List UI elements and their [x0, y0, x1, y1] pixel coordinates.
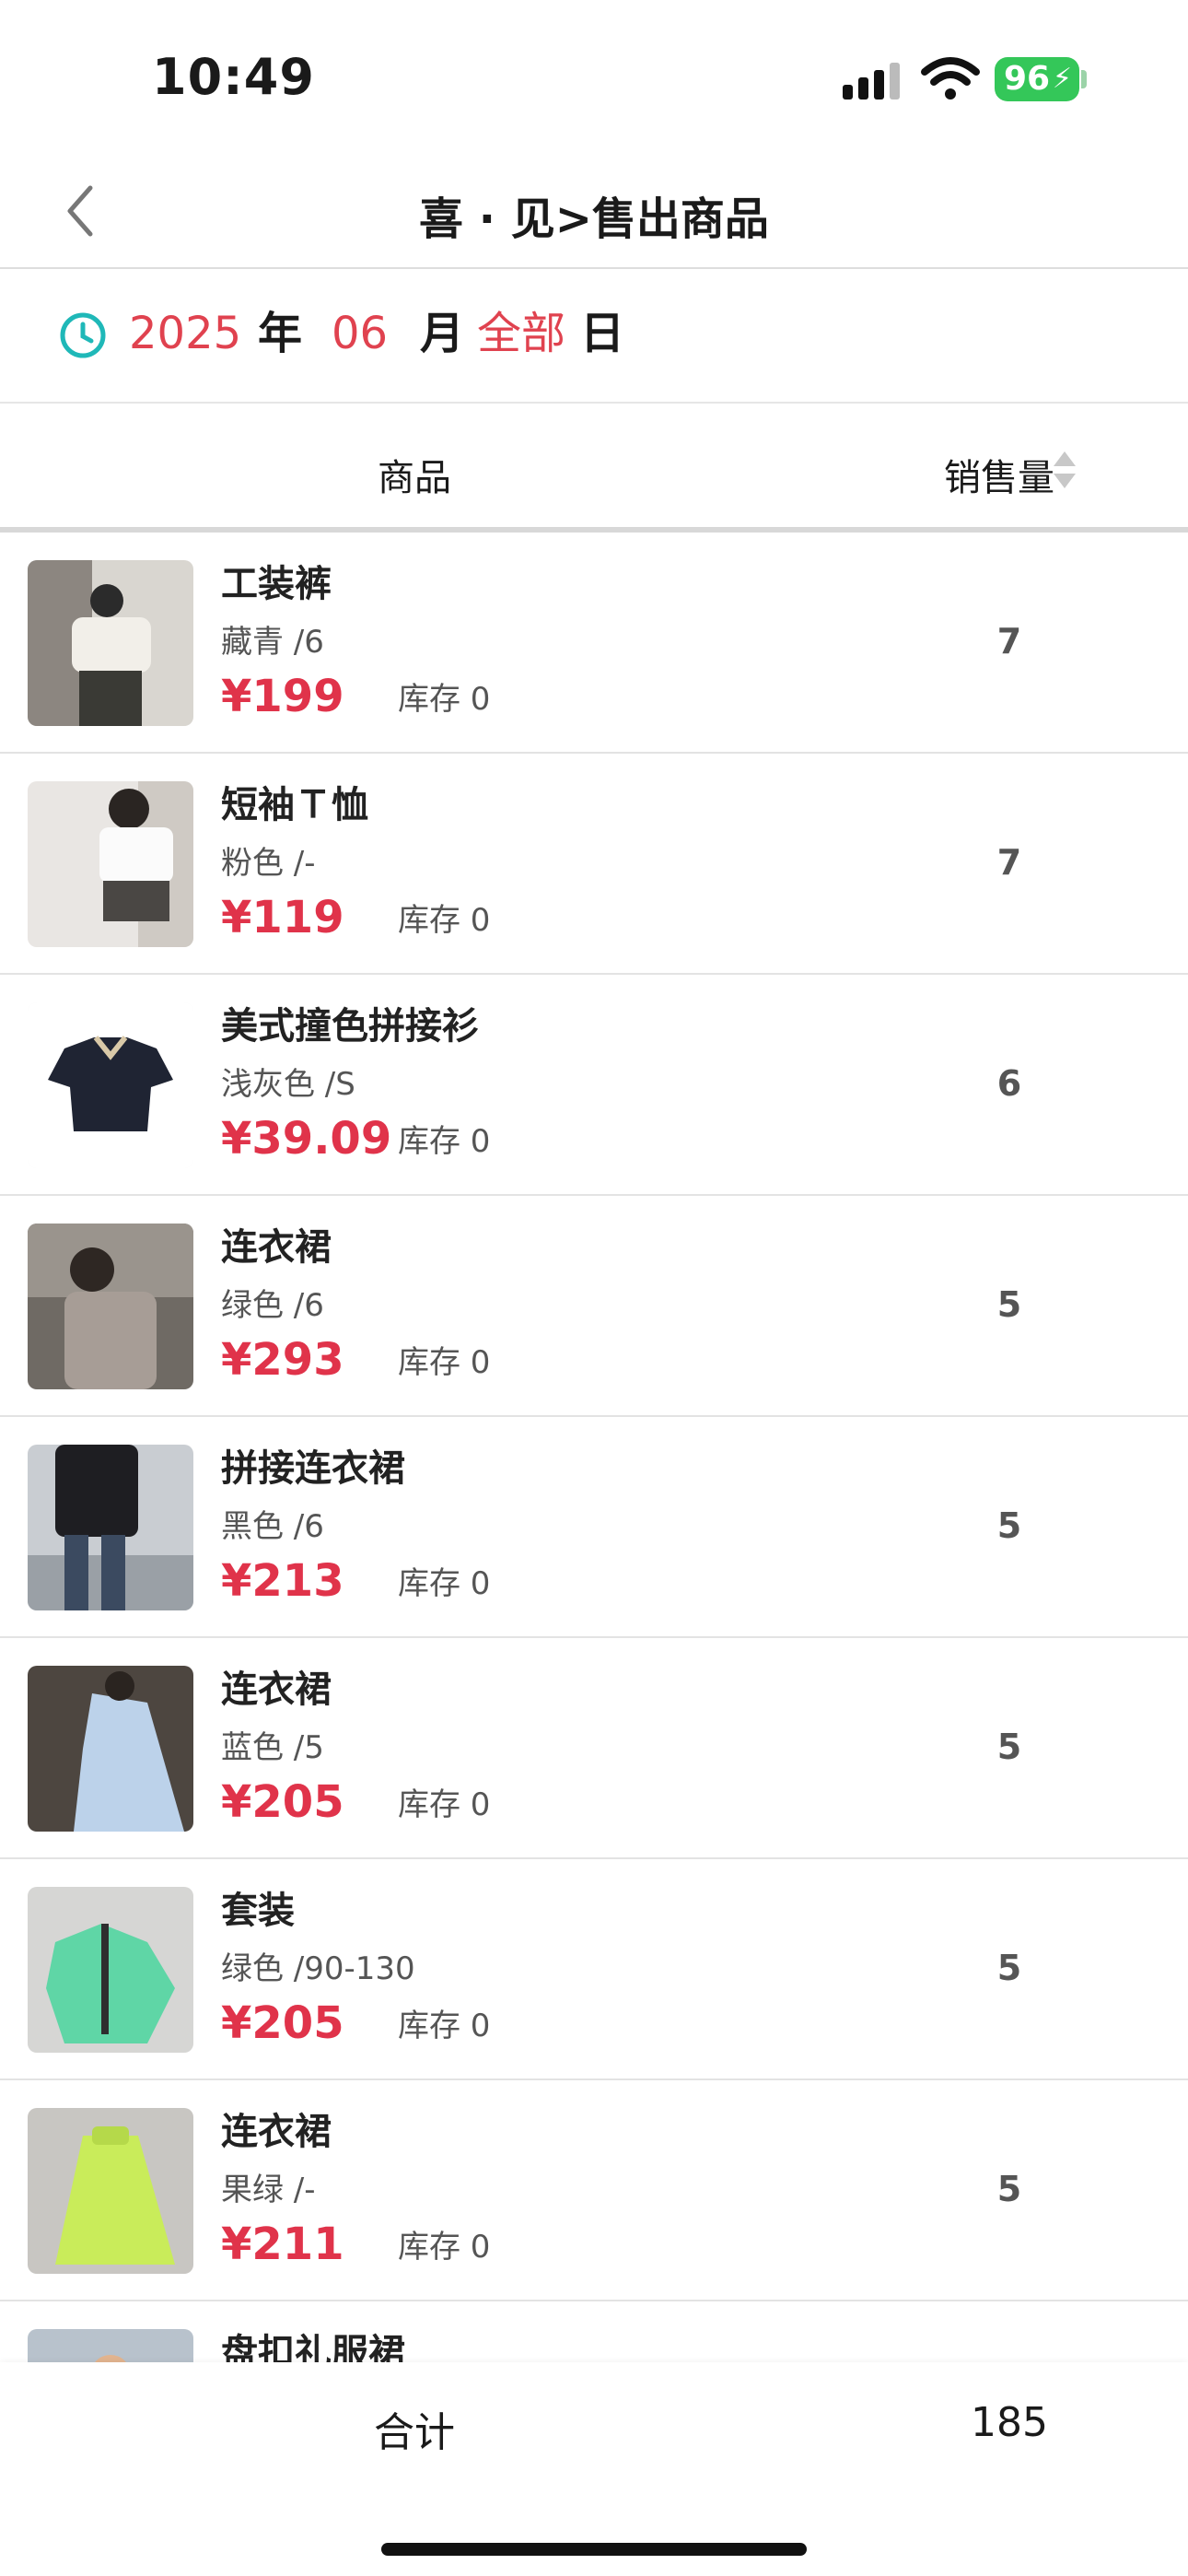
clock-icon	[60, 312, 106, 358]
product-spec: 绿色 /6	[221, 1287, 324, 1324]
total-label: 合计	[374, 2409, 455, 2456]
table-row[interactable]: 连衣裙 绿色 /6 ¥293 库存 0 5	[0, 1196, 1188, 1417]
product-image	[28, 1666, 193, 1832]
product-sales-qty: 5	[996, 1505, 1022, 1546]
product-name: 连衣裙	[221, 1226, 332, 1269]
month-value[interactable]: 06	[332, 306, 388, 361]
product-spec: 浅灰色 /S	[221, 1066, 355, 1103]
product-image	[28, 560, 193, 726]
table-row[interactable]: 工装裤 藏青 /6 ¥199 库存 0 7	[0, 533, 1188, 754]
product-spec: 粉色 /-	[221, 845, 316, 882]
product-sales-qty: 7	[996, 842, 1022, 883]
product-sales-qty: 5	[996, 2169, 1022, 2209]
product-sales-qty: 5	[996, 1948, 1022, 1988]
product-spec: 绿色 /90-130	[221, 1950, 415, 1987]
page-title: 喜 · 见>售出商品	[419, 193, 769, 245]
product-price: ¥205	[221, 1997, 344, 2049]
product-stock: 库存 0	[398, 1123, 491, 1160]
product-image	[28, 781, 193, 947]
product-name: 连衣裙	[221, 2111, 332, 2153]
sort-toggle-icon[interactable]	[1050, 448, 1079, 492]
product-name: 盘扣礼服裙	[221, 2332, 405, 2362]
table-row[interactable]: 盘扣礼服裙	[0, 2301, 1188, 2362]
year-value[interactable]: 2025	[129, 306, 241, 361]
product-stock: 库存 0	[398, 681, 491, 718]
table-row[interactable]: 美式撞色拼接衫 浅灰色 /S ¥39.09 库存 0 6	[0, 975, 1188, 1196]
product-stock: 库存 0	[398, 1344, 491, 1381]
product-image	[28, 2108, 193, 2274]
product-name: 短袖Ｔ恤	[221, 784, 368, 826]
year-unit: 年	[258, 308, 303, 359]
product-spec: 黑色 /6	[221, 1508, 324, 1545]
product-name: 套装	[221, 1890, 295, 1932]
product-spec: 蓝色 /5	[221, 1729, 324, 1766]
home-indicator[interactable]	[381, 2543, 807, 2556]
product-stock: 库存 0	[398, 1565, 491, 1602]
product-name: 美式撞色拼接衫	[221, 1005, 479, 1048]
product-sales-qty: 6	[996, 1063, 1022, 1104]
product-price: ¥119	[221, 892, 344, 943]
header-goods: 商品	[378, 457, 451, 499]
product-spec: 藏青 /6	[221, 624, 324, 661]
product-price: ¥205	[221, 1776, 344, 1828]
charging-bolt-icon: ⚡	[1052, 63, 1072, 95]
product-spec: 果绿 /-	[221, 2172, 316, 2208]
total-value: 185	[971, 2399, 1048, 2446]
table-row[interactable]: 连衣裙 蓝色 /5 ¥205 库存 0 5	[0, 1638, 1188, 1859]
day-value[interactable]: 全部	[477, 306, 565, 361]
day-unit: 日	[580, 308, 625, 359]
product-stock: 库存 0	[398, 1786, 491, 1823]
table-row[interactable]: 拼接连衣裙 黑色 /6 ¥213 库存 0 5	[0, 1417, 1188, 1638]
header-sales-qty[interactable]: 销售量	[944, 448, 1054, 501]
product-image	[28, 2329, 193, 2362]
status-time: 10:49	[152, 48, 315, 106]
wifi-icon	[921, 57, 980, 100]
product-price: ¥293	[221, 1334, 344, 1386]
product-price: ¥199	[221, 671, 344, 722]
product-stock: 库存 0	[398, 2008, 491, 2044]
table-row[interactable]: 连衣裙 果绿 /- ¥211 库存 0 5	[0, 2080, 1188, 2301]
table-row[interactable]: 短袖Ｔ恤 粉色 /- ¥119 库存 0 7	[0, 754, 1188, 975]
product-price: ¥213	[221, 1555, 344, 1607]
battery-level: 96	[1004, 60, 1051, 98]
product-image	[28, 1887, 193, 2053]
status-bar: 10:49 96 ⚡	[0, 0, 1188, 157]
product-image	[28, 1445, 193, 1610]
product-image	[28, 1002, 193, 1168]
product-name: 连衣裙	[221, 1669, 332, 1711]
product-sales-qty: 7	[996, 621, 1022, 662]
product-sales-qty: 5	[996, 1284, 1022, 1325]
battery-icon: 96 ⚡	[995, 57, 1079, 101]
cellular-signal-icon	[843, 63, 900, 100]
product-image	[28, 1224, 193, 1389]
product-name: 工装裤	[221, 563, 332, 605]
product-price: ¥211	[221, 2219, 344, 2270]
product-price: ¥39.09	[221, 1113, 392, 1165]
month-unit: 月	[420, 308, 465, 359]
product-stock: 库存 0	[398, 2229, 491, 2266]
product-name: 拼接连衣裙	[221, 1447, 405, 1490]
product-sales-qty: 5	[996, 1727, 1022, 1767]
nav-bar: 喜 · 见>售出商品	[0, 157, 1188, 269]
table-row[interactable]: 套装 绿色 /90-130 ¥205 库存 0 5	[0, 1859, 1188, 2080]
battery-tip	[1081, 70, 1087, 88]
table-header: 商品 销售量	[0, 404, 1188, 533]
product-stock: 库存 0	[398, 902, 491, 939]
product-list[interactable]: 工装裤 藏青 /6 ¥199 库存 0 7 短袖Ｔ恤 粉色 /- ¥119 库存…	[0, 533, 1188, 2362]
date-filter[interactable]: 2025 年 06 月 全部 日	[0, 269, 1188, 404]
